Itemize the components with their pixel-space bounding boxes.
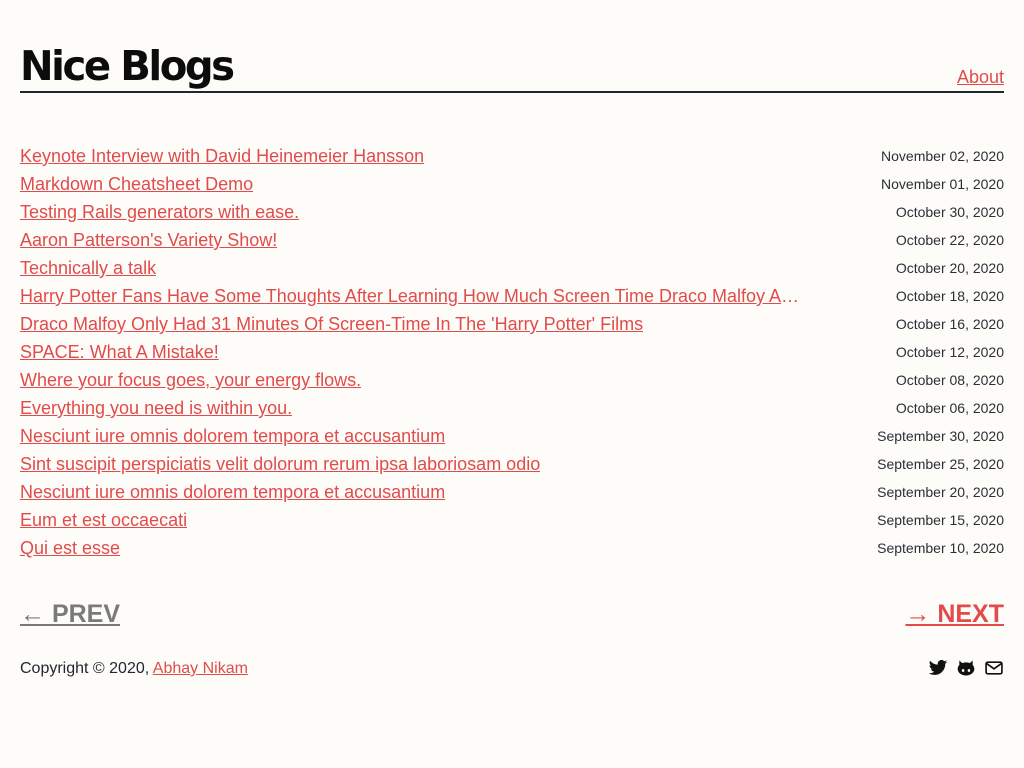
post-date: September 25, 2020 [877,456,1004,472]
next-page-link[interactable]: → NEXT [905,598,1004,630]
site-header: Nice Blogs About [20,38,1004,93]
post-list-item: Technically a talk October 20, 2020 [20,254,1004,282]
post-title-link[interactable]: SPACE: What A Mistake! [20,340,219,364]
post-title-link[interactable]: Nesciunt iure omnis dolorem tempora et a… [20,480,445,504]
post-date: November 01, 2020 [881,176,1004,192]
social-links [928,656,1004,680]
post-date: October 22, 2020 [895,232,1004,248]
prev-page-link[interactable]: ← PREV [20,598,120,630]
post-list-item: Draco Malfoy Only Had 31 Minutes Of Scre… [20,310,1004,338]
post-title-link[interactable]: Where your focus goes, your energy flows… [20,368,361,392]
post-title-link[interactable]: Aaron Patterson's Variety Show! [20,228,277,252]
post-list-item: SPACE: What A Mistake! October 12, 2020 [20,338,1004,366]
nav-about-link[interactable]: About [957,66,1004,88]
post-title-link[interactable]: Technically a talk [20,256,156,280]
post-date: November 02, 2020 [881,148,1004,164]
post-date: September 20, 2020 [877,484,1004,500]
post-list-item: Markdown Cheatsheet Demo November 01, 202… [20,170,1004,198]
post-title-link[interactable]: Keynote Interview with David Heinemeier … [20,144,424,168]
post-date: September 30, 2020 [877,428,1004,444]
post-title-link[interactable]: Nesciunt iure omnis dolorem tempora et a… [20,424,445,448]
post-title-link[interactable]: Draco Malfoy Only Had 31 Minutes Of Scre… [20,312,643,336]
post-date: October 18, 2020 [895,288,1004,304]
post-list-item: Nesciunt iure omnis dolorem tempora et a… [20,478,1004,506]
github-icon[interactable] [956,658,976,678]
post-title-link[interactable]: Everything you need is within you. [20,396,292,420]
copyright-text: Copyright © 2020, Abhay Nikam [20,658,248,680]
author-link[interactable]: Abhay Nikam [153,660,248,677]
post-title-link[interactable]: Eum et est occaecati [20,508,187,532]
post-date: October 16, 2020 [895,316,1004,332]
post-title-link[interactable]: Markdown Cheatsheet Demo [20,172,253,196]
post-list-item: Qui est esse September 10, 2020 [20,534,1004,562]
post-list-item: Aaron Patterson's Variety Show! October 2… [20,226,1004,254]
post-list-item: Where your focus goes, your energy flows… [20,366,1004,394]
site-footer: Copyright © 2020, Abhay Nikam [20,656,1004,682]
post-date: October 20, 2020 [895,260,1004,276]
twitter-icon[interactable] [928,658,948,678]
post-title-link[interactable]: Sint suscipit perspiciatis velit dolorum… [20,452,540,476]
post-list-item: Keynote Interview with David Heinemeier … [20,142,1004,170]
post-date: September 10, 2020 [877,540,1004,556]
post-list: Keynote Interview with David Heinemeier … [20,142,1004,562]
post-title-link[interactable]: Harry Potter Fans Have Some Thoughts Aft… [20,284,805,308]
post-date: October 06, 2020 [895,400,1004,416]
post-list-item: Testing Rails generators with ease. Octob… [20,198,1004,226]
post-title-link[interactable]: Testing Rails generators with ease. [20,200,299,224]
post-list-item: Everything you need is within you. Octobe… [20,394,1004,422]
mail-icon[interactable] [984,658,1004,678]
post-list-item: Nesciunt iure omnis dolorem tempora et a… [20,422,1004,450]
post-list-item: Eum et est occaecati September 15, 2020 [20,506,1004,534]
post-list-item: Sint suscipit perspiciatis velit dolorum… [20,450,1004,478]
post-date: September 15, 2020 [877,512,1004,528]
post-date: October 30, 2020 [895,204,1004,220]
site-title[interactable]: Nice Blogs [20,42,235,90]
copyright-label: Copyright © 2020, [20,660,150,677]
post-list-item: Harry Potter Fans Have Some Thoughts Aft… [20,282,1004,310]
pagination: ← PREV → NEXT [20,598,1004,632]
post-date: October 08, 2020 [895,372,1004,388]
post-title-link[interactable]: Qui est esse [20,536,120,560]
post-date: October 12, 2020 [895,344,1004,360]
